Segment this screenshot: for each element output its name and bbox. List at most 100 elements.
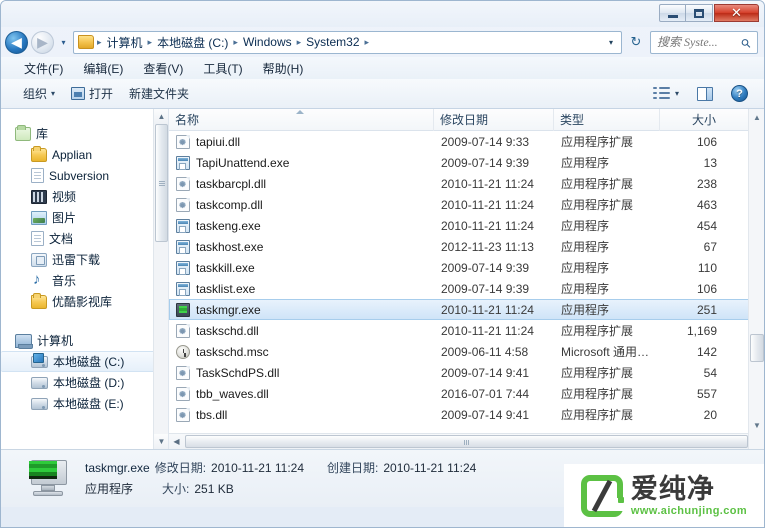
menu-edit[interactable]: 编辑(E) (74, 58, 132, 79)
scrollbar-thumb[interactable] (155, 124, 168, 242)
breadcrumb-windows[interactable]: Windows (239, 33, 296, 51)
change-view-button[interactable]: ▾ (645, 82, 687, 105)
sidebar-item-subversion[interactable]: Subversion (1, 165, 168, 186)
sidebar-item-libraries[interactable]: 库 (1, 123, 168, 144)
column-header-type[interactable]: 类型 (554, 108, 660, 131)
new-folder-button[interactable]: 新建文件夹 (121, 81, 197, 106)
sidebar-item-drive-e[interactable]: 本地磁盘 (E:) (1, 393, 168, 414)
sidebar-item-computer[interactable]: 计算机 (1, 330, 168, 351)
table-row[interactable]: taskeng.exe 2010-11-21 11:24 应用程序 454 (169, 215, 764, 236)
address-bar[interactable]: ▸ 计算机 ▸ 本地磁盘 (C:) ▸ Windows ▸ System32 ▸… (73, 30, 622, 54)
menu-help[interactable]: 帮助(H) (254, 58, 313, 79)
file-name: taskschd.dll (196, 323, 259, 338)
file-name: tbs.dll (196, 407, 228, 422)
preview-pane-button[interactable] (689, 83, 721, 105)
horizontal-scrollbar[interactable]: ◀ ▶ (169, 433, 764, 449)
cell-name: taskschd.msc (170, 344, 435, 359)
breadcrumb-system32[interactable]: System32 (302, 33, 363, 51)
table-row[interactable]: tbb_waves.dll 2016-07-01 7:44 应用程序扩展 557 (169, 383, 764, 404)
cell-name: taskschd.dll (170, 323, 435, 338)
open-button[interactable]: 打开 (63, 81, 121, 106)
column-header-size[interactable]: 大小 (660, 109, 722, 131)
sidebar-item-youku-library[interactable]: 优酷影视库 (1, 291, 168, 312)
table-row[interactable]: taskmgr.exe 2010-11-21 11:24 应用程序 251 (169, 299, 764, 320)
close-icon: ✕ (731, 5, 742, 20)
back-button[interactable]: ◀ (5, 30, 28, 54)
table-row[interactable]: taskschd.dll 2010-11-21 11:24 应用程序扩展 1,1… (169, 320, 764, 341)
exe-icon (176, 281, 190, 296)
cell-size: 54 (703, 365, 717, 380)
table-row[interactable]: tbs.dll 2009-07-14 9:41 应用程序扩展 20 (169, 404, 764, 425)
sidebar-item-applian[interactable]: Applian (1, 144, 168, 165)
cell-type: 应用程序扩展 (561, 198, 634, 212)
monitor-screen (29, 460, 57, 479)
breadcrumb-drive-c[interactable]: 本地磁盘 (C:) (153, 32, 232, 53)
column-header-name[interactable]: 名称 (169, 108, 434, 131)
sidebar-item-label: 视频 (52, 190, 77, 204)
navigation-scrollbar[interactable]: ▲ ▼ (153, 109, 168, 449)
file-name: tbb_waves.dll (196, 386, 269, 401)
details-type-value: 应用程序 (85, 482, 134, 496)
recent-locations-button[interactable]: ▾ (57, 31, 70, 53)
table-row[interactable]: TapiUnattend.exe 2009-07-14 9:39 应用程序 13 (169, 152, 764, 173)
sidebar-item-label: Applian (52, 147, 93, 162)
cell-size: 67 (703, 239, 717, 254)
sidebar-item-documents[interactable]: 文档 (1, 228, 168, 249)
sidebar-item-drive-d[interactable]: 本地磁盘 (D:) (1, 372, 168, 393)
scroll-down-button[interactable]: ▼ (154, 434, 168, 449)
cell-type: 应用程序扩展 (561, 135, 634, 149)
menu-tools[interactable]: 工具(T) (194, 58, 251, 79)
column-header-date-modified[interactable]: 修改日期 (434, 108, 554, 131)
dll-icon (176, 365, 190, 380)
minimize-icon (667, 14, 678, 18)
sidebar-item-videos[interactable]: 视频 (1, 186, 168, 207)
scroll-up-button[interactable]: ▲ (154, 109, 168, 124)
close-button[interactable]: ✕ (714, 4, 759, 22)
column-label: 大小 (691, 113, 716, 127)
search-input[interactable] (657, 34, 741, 50)
sidebar-item-thunder-downloads[interactable]: 迅雷下载 (1, 249, 168, 270)
cell-date: 2009-06-11 4:58 (441, 344, 529, 359)
table-row[interactable]: taskbarcpl.dll 2010-11-21 11:24 应用程序扩展 2… (169, 173, 764, 194)
menu-file[interactable]: 文件(F) (15, 58, 72, 79)
cell-size: 1,169 (686, 323, 717, 338)
breadcrumb-computer[interactable]: 计算机 (103, 32, 147, 53)
sidebar-item-label: 本地磁盘 (E:) (53, 397, 124, 411)
file-name: taskhost.exe (196, 239, 264, 254)
forward-button[interactable]: ▶ (31, 30, 54, 54)
scroll-up-button[interactable]: ▲ (749, 109, 764, 125)
table-row[interactable]: tasklist.exe 2009-07-14 9:39 应用程序 106 (169, 278, 764, 299)
help-button[interactable]: ? (723, 81, 756, 106)
table-row[interactable]: taskhost.exe 2012-11-23 11:13 应用程序 67 (169, 236, 764, 257)
file-name: taskbarcpl.dll (196, 176, 267, 191)
scroll-down-button[interactable]: ▼ (749, 417, 764, 433)
minimize-button[interactable] (659, 4, 686, 22)
table-row[interactable]: taskcomp.dll 2010-11-21 11:24 应用程序扩展 463 (169, 194, 764, 215)
cell-type: 应用程序扩展 (561, 177, 634, 191)
sidebar-item-pictures[interactable]: 图片 (1, 207, 168, 228)
menu-view[interactable]: 查看(V) (134, 58, 192, 79)
cell-name: TaskSchdPS.dll (170, 365, 435, 380)
sidebar-item-music[interactable]: 音乐 (1, 270, 168, 291)
file-list-scrollbar[interactable]: ▲ ▼ (748, 109, 764, 449)
chevron-down-icon: ▾ (674, 89, 679, 98)
table-row[interactable]: taskkill.exe 2009-07-14 9:39 应用程序 110 (169, 257, 764, 278)
sidebar-item-drive-c[interactable]: 本地磁盘 (C:) (1, 351, 162, 372)
cell-date: 2009-07-14 9:39 (441, 281, 530, 296)
refresh-button[interactable]: ↻ (625, 31, 647, 54)
horizontal-scrollbar-thumb[interactable] (185, 435, 748, 448)
address-dropdown-icon[interactable]: ▾ (603, 38, 619, 47)
organize-button[interactable]: 组织 ▾ (15, 81, 63, 106)
table-row[interactable]: taskschd.msc 2009-06-11 4:58 Microsoft 通… (169, 341, 764, 362)
table-row[interactable]: TaskSchdPS.dll 2009-07-14 9:41 应用程序扩展 54 (169, 362, 764, 383)
preview-pane-icon (697, 86, 713, 101)
scrollbar-thumb[interactable] (750, 334, 764, 362)
details-size-value: 251 KB (194, 482, 234, 496)
table-row[interactable]: tapiui.dll 2009-07-14 9:33 应用程序扩展 106 (169, 131, 764, 152)
cell-size: 463 (696, 197, 717, 212)
refresh-icon: ↻ (630, 34, 642, 49)
details-text: taskmgr.exe 修改日期: 2010-11-21 11:24 创建日期:… (85, 459, 476, 498)
maximize-button[interactable] (686, 4, 713, 22)
scroll-left-button[interactable]: ◀ (169, 434, 184, 449)
search-box[interactable]: ⚲ (650, 30, 758, 54)
